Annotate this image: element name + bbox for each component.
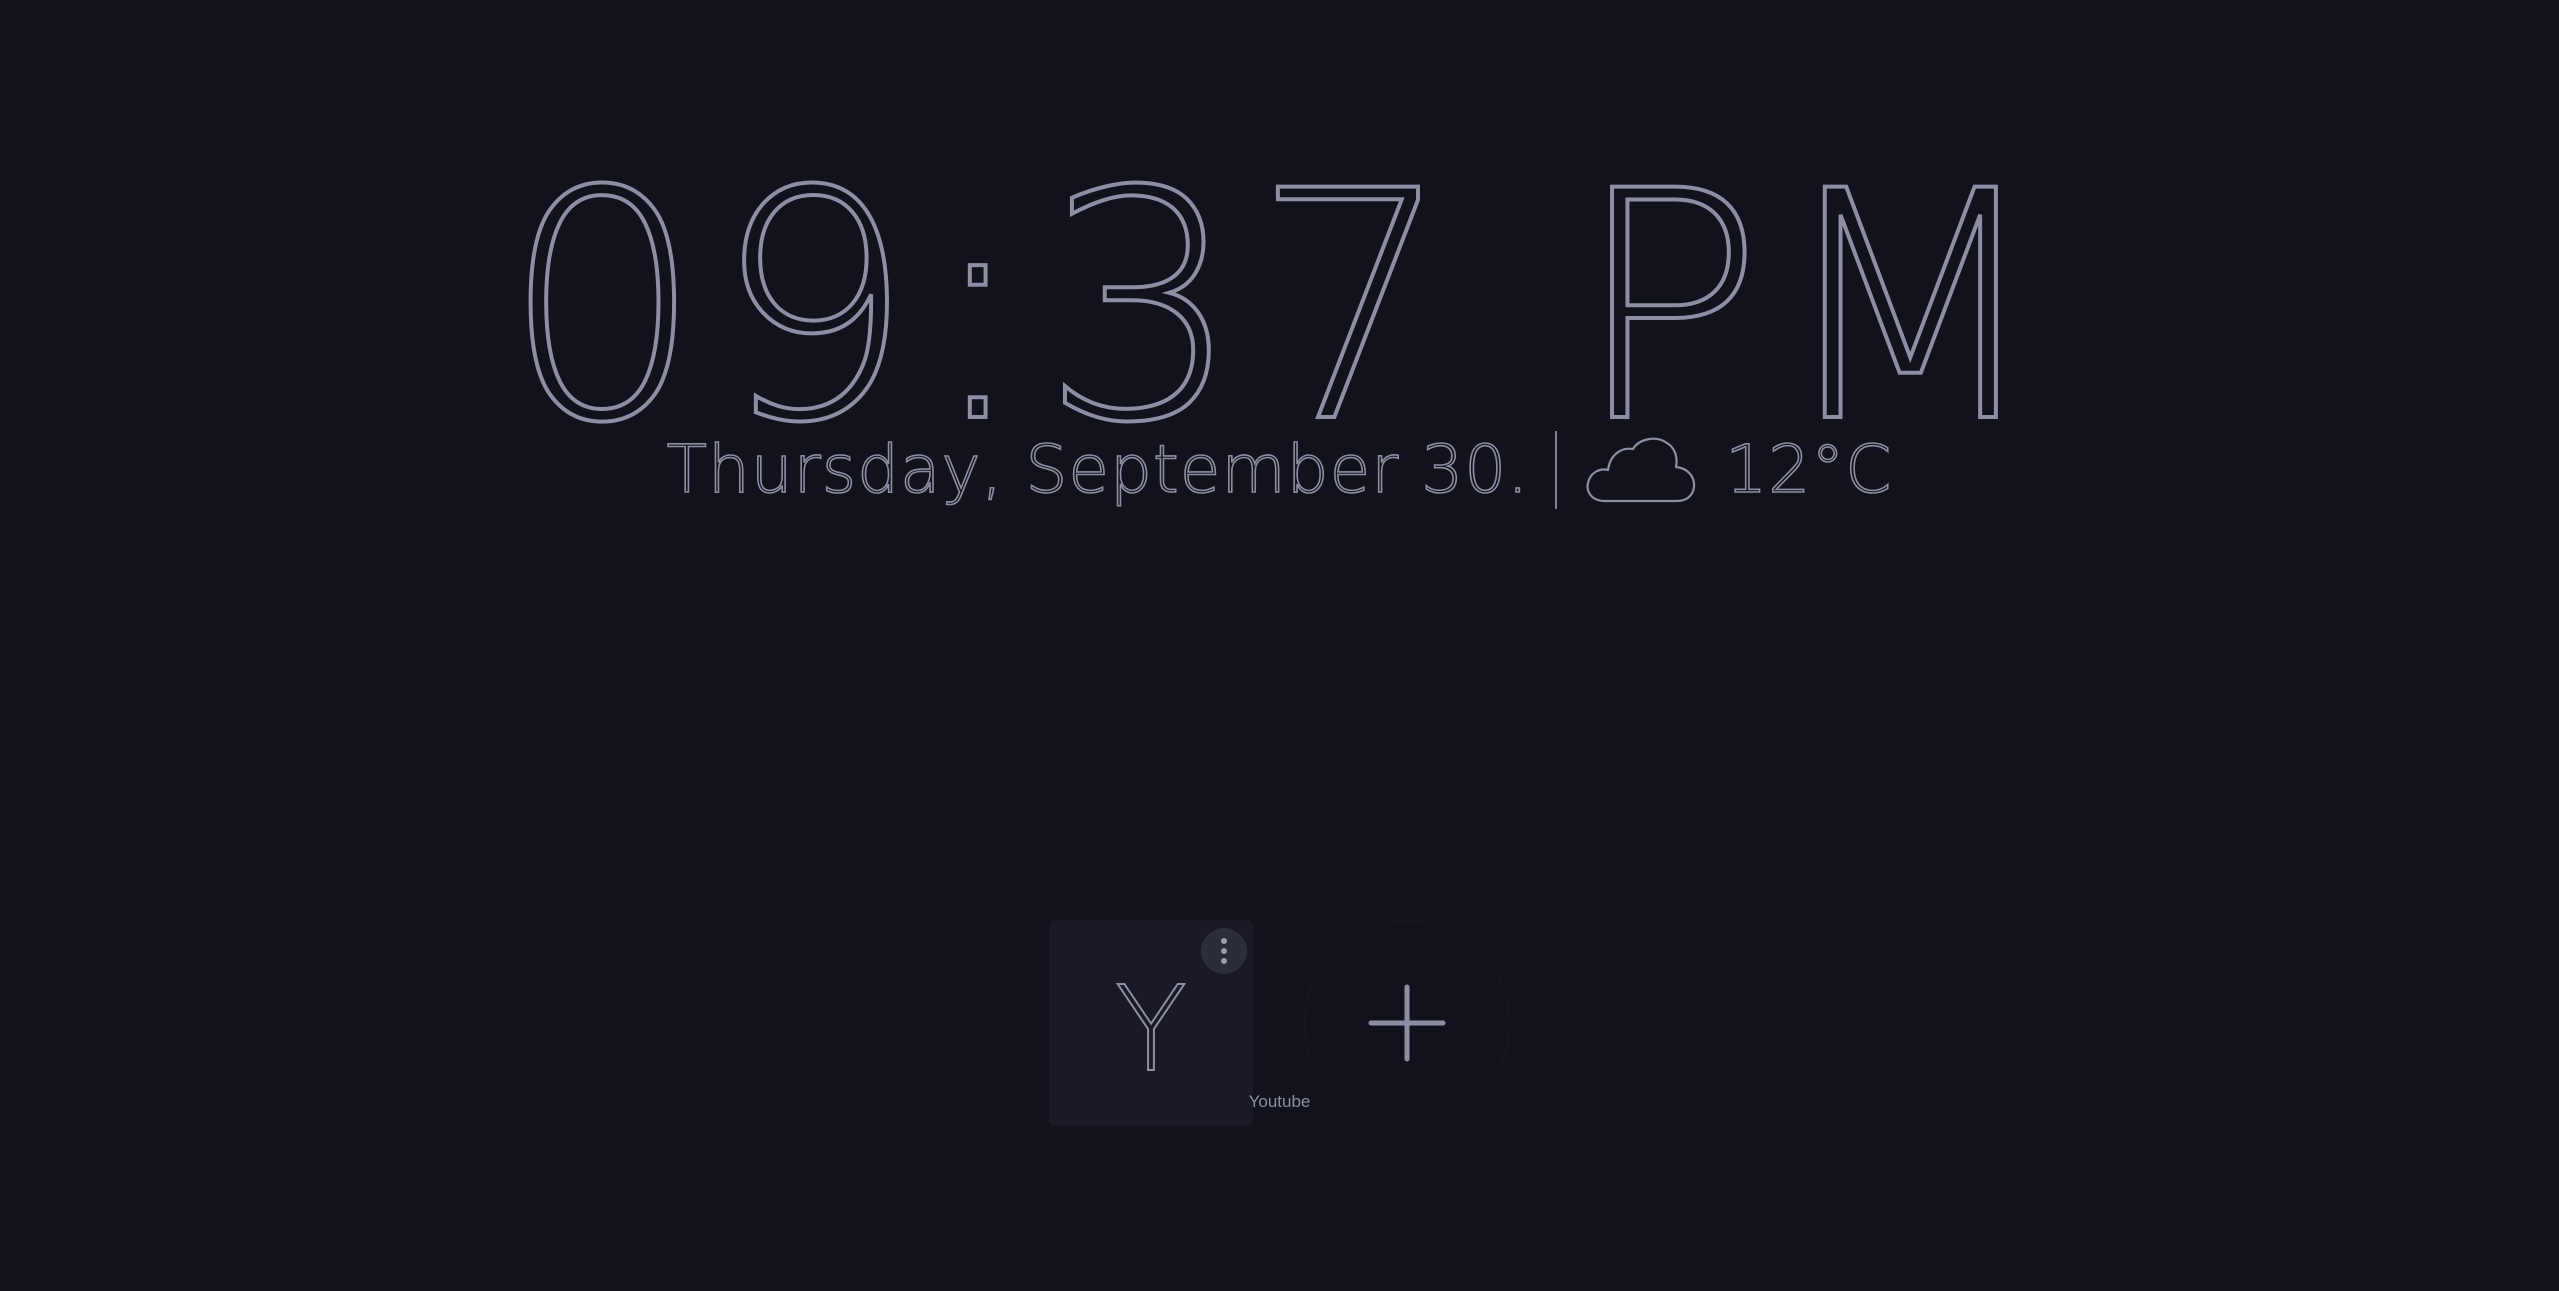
plus-icon <box>1368 984 1446 1062</box>
shortcut-label[interactable]: Youtube <box>0 1092 2559 1112</box>
more-vertical-icon[interactable] <box>1201 928 1247 974</box>
date-text: Thursday, September 30. <box>666 431 1530 508</box>
cloud-icon <box>1586 437 1696 503</box>
divider <box>1555 431 1558 509</box>
shortcut-letter: Y <box>1114 960 1188 1098</box>
clock-time: 09:37 PM <box>500 124 2057 492</box>
temperature: 12°C <box>1724 431 1893 508</box>
add-shortcut-button[interactable] <box>1305 921 1509 1125</box>
date-weather-row: Thursday, September 30. 12°C <box>0 430 2559 510</box>
